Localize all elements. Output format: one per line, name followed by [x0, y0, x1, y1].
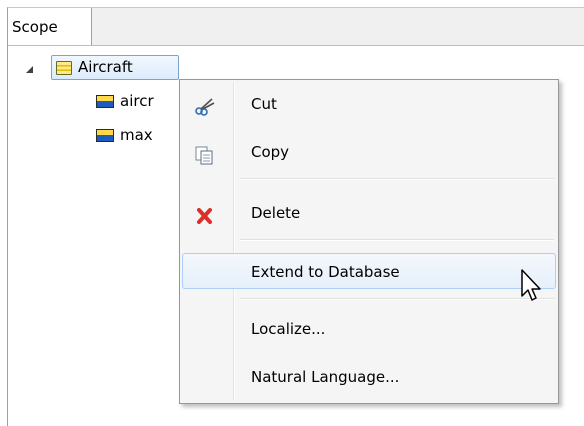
context-menu: Cut Copy Delete Extend to Database Local… [179, 79, 559, 404]
menu-gutter [233, 82, 235, 401]
menu-item-extend-to-database[interactable]: Extend to Database [182, 253, 556, 289]
menu-item-label: Cut [251, 95, 277, 113]
menu-separator [240, 178, 554, 180]
menu-item-natural-language[interactable]: Natural Language... [182, 359, 556, 395]
tree-item-label: max [120, 126, 153, 144]
menu-separator [240, 298, 554, 300]
menu-item-label: Delete [251, 204, 301, 222]
menu-item-label: Extend to Database [251, 263, 400, 281]
menu-item-copy[interactable]: Copy [182, 134, 556, 170]
entity-icon [56, 61, 72, 75]
menu-item-cut[interactable]: Cut [182, 86, 556, 122]
tab-scope[interactable]: Scope [8, 8, 92, 45]
tab-strip: Scope [8, 8, 584, 46]
menu-item-label: Natural Language... [251, 368, 400, 386]
tree-item-label: aircr [120, 92, 154, 110]
collapse-arrow-icon[interactable] [26, 66, 33, 73]
attribute-icon [96, 129, 114, 142]
menu-item-localize[interactable]: Localize... [182, 311, 556, 347]
menu-separator [240, 239, 554, 241]
delete-icon [194, 203, 216, 224]
menu-item-delete[interactable]: Delete [182, 195, 556, 231]
mouse-pointer-icon [520, 268, 544, 304]
tree-item-label: Aircraft [78, 58, 133, 76]
attribute-icon [96, 95, 114, 108]
scissors-icon [194, 94, 216, 116]
menu-item-label: Localize... [251, 320, 326, 338]
tab-scope-label: Scope [12, 18, 58, 36]
menu-item-label: Copy [251, 143, 290, 161]
copy-icon [194, 142, 216, 165]
